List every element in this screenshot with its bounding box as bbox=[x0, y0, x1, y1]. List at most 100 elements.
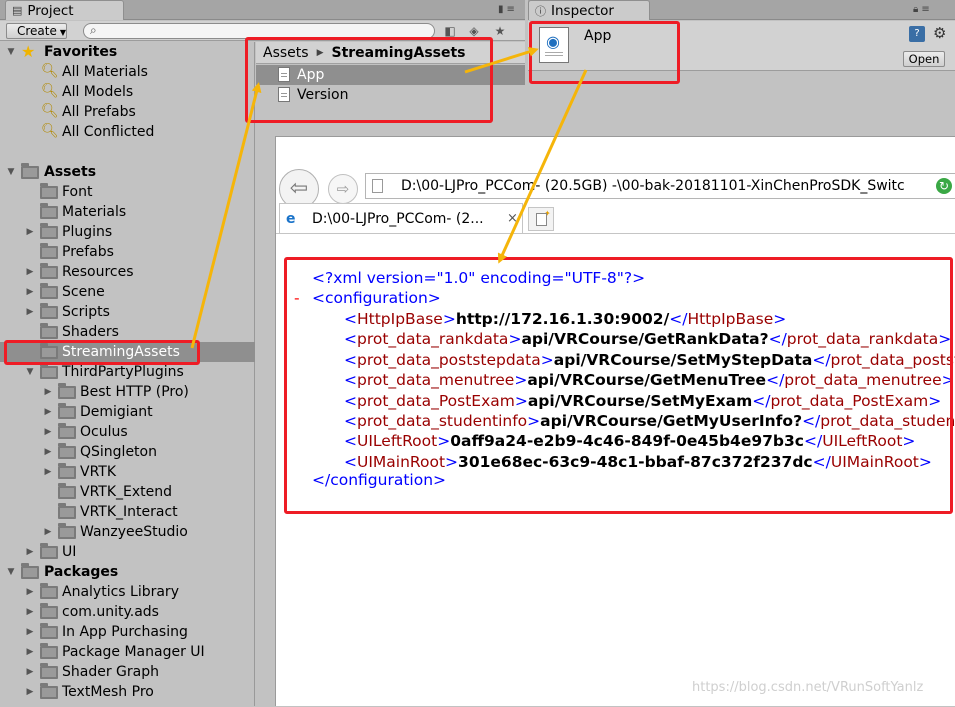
folder-icon bbox=[58, 423, 76, 439]
tree-item-package[interactable]: ▶ Analytics Library bbox=[0, 582, 255, 602]
help-book-icon[interactable]: ? bbox=[909, 26, 925, 42]
tab-inspector-label: Inspector bbox=[551, 2, 614, 19]
expand-arrow-icon[interactable]: ▶ bbox=[25, 687, 35, 697]
open-button[interactable]: Open bbox=[903, 51, 945, 67]
forward-button[interactable]: ⇨ bbox=[328, 174, 358, 204]
tree-item-favorite[interactable]: 🔍︎ All Models bbox=[0, 82, 255, 102]
expand-arrow-icon[interactable]: ▶ bbox=[25, 627, 35, 637]
expand-arrow-icon[interactable]: ▶ bbox=[43, 447, 53, 457]
collapse-arrow-icon[interactable]: ▼ bbox=[25, 367, 35, 377]
folder-icon bbox=[40, 303, 58, 319]
tree-item-folder[interactable]: ▶ Oculus bbox=[0, 422, 255, 442]
tree-item-package[interactable]: ▶ com.unity.ads bbox=[0, 602, 255, 622]
tree-item-label: Materials bbox=[62, 204, 127, 220]
address-bar[interactable]: D:\00-LJPro_PCCom- (20.5GB) -\00-bak-201… bbox=[365, 173, 955, 199]
tree-item-folder[interactable]: ▼ ThirdPartyPlugins bbox=[0, 362, 255, 382]
expand-arrow-icon[interactable]: ▶ bbox=[43, 427, 53, 437]
folder-icon bbox=[40, 583, 58, 599]
tree-item-folder[interactable]: ▶ WanzyeeStudio bbox=[0, 522, 255, 542]
expand-arrow-icon[interactable]: ▶ bbox=[25, 647, 35, 657]
expand-arrow-icon[interactable]: ▶ bbox=[25, 267, 35, 277]
tree-item-folder[interactable]: Prefabs bbox=[0, 242, 255, 262]
collapse-arrow-icon[interactable]: ▼ bbox=[6, 167, 16, 177]
folder-icon: ▤ bbox=[12, 4, 23, 17]
folder-icon bbox=[40, 283, 58, 299]
tree-favorites[interactable]: ▼ ★ Favorites bbox=[0, 42, 255, 62]
tree-item-favorite[interactable]: 🔍︎ All Prefabs bbox=[0, 102, 255, 122]
tree-packages[interactable]: ▼ Packages bbox=[0, 562, 255, 582]
tree-item-folder[interactable]: ▶ Best HTTP (Pro) bbox=[0, 382, 255, 402]
expand-arrow-icon[interactable]: ▶ bbox=[43, 467, 53, 477]
ie-logo-icon: e bbox=[286, 211, 296, 227]
panel-menu-icon[interactable]: 🔒︎≡ bbox=[913, 4, 933, 15]
highlight-box-streamingassets bbox=[4, 340, 200, 365]
browser-tab-title: D:\00-LJPro_PCCom- (2... bbox=[312, 211, 484, 227]
tree-item-folder[interactable]: ▶ Scripts bbox=[0, 302, 255, 322]
project-folder-tree: ▼ ★ Favorites 🔍︎ All Materials 🔍︎ All Mo… bbox=[0, 42, 255, 706]
expand-arrow-icon[interactable]: ▶ bbox=[25, 227, 35, 237]
expand-arrow-icon[interactable]: ▶ bbox=[25, 287, 35, 297]
folder-icon bbox=[40, 643, 58, 659]
tree-item-folder[interactable]: ▶ UI bbox=[0, 542, 255, 562]
tree-item-label: All Conflicted bbox=[62, 124, 155, 140]
inspector-tab-bar: ⓘ Inspector 🔒︎≡ bbox=[528, 0, 955, 20]
tab-project[interactable]: ▤ Project bbox=[5, 0, 124, 20]
tree-item-folder[interactable]: ▶ VRTK bbox=[0, 462, 255, 482]
tree-item-folder[interactable]: Materials bbox=[0, 202, 255, 222]
tree-item-label: Demigiant bbox=[80, 404, 153, 420]
tree-item-favorite[interactable]: 🔍︎ All Conflicted bbox=[0, 122, 255, 142]
refresh-icon[interactable]: ↻ bbox=[936, 178, 952, 194]
collapse-arrow-icon[interactable]: ▼ bbox=[6, 47, 16, 57]
folder-icon bbox=[58, 383, 76, 399]
folder-icon bbox=[58, 483, 76, 499]
folder-icon bbox=[21, 563, 39, 579]
folder-icon bbox=[40, 683, 58, 699]
expand-arrow-icon[interactable]: ▶ bbox=[43, 527, 53, 537]
create-button[interactable]: Create ▼ bbox=[6, 23, 67, 39]
browser-tab[interactable]: e D:\00-LJPro_PCCom- (2... × bbox=[279, 203, 523, 233]
expand-arrow-icon[interactable]: ▶ bbox=[25, 667, 35, 677]
favorite-star-icon[interactable]: ★ bbox=[490, 23, 510, 39]
tree-assets[interactable]: ▼ Assets bbox=[0, 162, 255, 182]
create-button-label: Create bbox=[17, 24, 57, 38]
tree-item-label: In App Purchasing bbox=[62, 624, 188, 640]
tree-item-folder[interactable]: ▶ Resources bbox=[0, 262, 255, 282]
tree-item-folder[interactable]: Shaders bbox=[0, 322, 255, 342]
tree-item-folder[interactable]: Font bbox=[0, 182, 255, 202]
tree-item-package[interactable]: ▶ TextMesh Pro bbox=[0, 682, 255, 702]
new-tab-button[interactable]: ✦ bbox=[528, 207, 554, 231]
expand-arrow-icon[interactable]: ▶ bbox=[25, 607, 35, 617]
tree-item-package[interactable]: ▶ In App Purchasing bbox=[0, 622, 255, 642]
tree-item-label: All Materials bbox=[62, 64, 148, 80]
collapse-arrow-icon[interactable]: ▼ bbox=[6, 567, 16, 577]
folder-icon bbox=[21, 163, 39, 179]
expand-arrow-icon[interactable]: ▶ bbox=[43, 407, 53, 417]
folder-icon bbox=[40, 203, 58, 219]
gear-icon[interactable]: ⚙ bbox=[933, 24, 946, 42]
tree-item-folder[interactable]: VRTK_Interact bbox=[0, 502, 255, 522]
tab-inspector[interactable]: ⓘ Inspector bbox=[528, 0, 650, 20]
tree-item-folder[interactable]: ▶ Plugins bbox=[0, 222, 255, 242]
close-tab-icon[interactable]: × bbox=[507, 211, 518, 226]
folder-icon bbox=[40, 263, 58, 279]
expand-arrow-icon[interactable]: ▶ bbox=[43, 387, 53, 397]
tree-packages-label: Packages bbox=[44, 564, 119, 580]
tree-item-folder[interactable]: ▶ Scene bbox=[0, 282, 255, 302]
tree-item-favorite[interactable]: 🔍︎ All Materials bbox=[0, 62, 255, 82]
folder-icon bbox=[58, 443, 76, 459]
saved-search-icon: 🔍︎ bbox=[41, 83, 59, 99]
tree-favorites-label: Favorites bbox=[44, 44, 118, 60]
expand-arrow-icon[interactable]: ▶ bbox=[25, 587, 35, 597]
tree-item-folder[interactable]: VRTK_Extend bbox=[0, 482, 255, 502]
tree-item-label: QSingleton bbox=[80, 444, 157, 460]
tree-item-label: VRTK bbox=[80, 464, 117, 480]
tree-item-package[interactable]: ▶ Package Manager UI bbox=[0, 642, 255, 662]
tree-item-folder[interactable]: ▶ Demigiant bbox=[0, 402, 255, 422]
expand-arrow-icon[interactable]: ▶ bbox=[25, 307, 35, 317]
tree-item-label: VRTK_Interact bbox=[80, 504, 178, 520]
expand-arrow-icon[interactable]: ▶ bbox=[25, 547, 35, 557]
panel-menu-icon[interactable]: ▮≡ bbox=[498, 4, 518, 15]
tab-project-label: Project bbox=[27, 2, 74, 19]
tree-item-package[interactable]: ▶ Shader Graph bbox=[0, 662, 255, 682]
tree-item-folder[interactable]: ▶ QSingleton bbox=[0, 442, 255, 462]
